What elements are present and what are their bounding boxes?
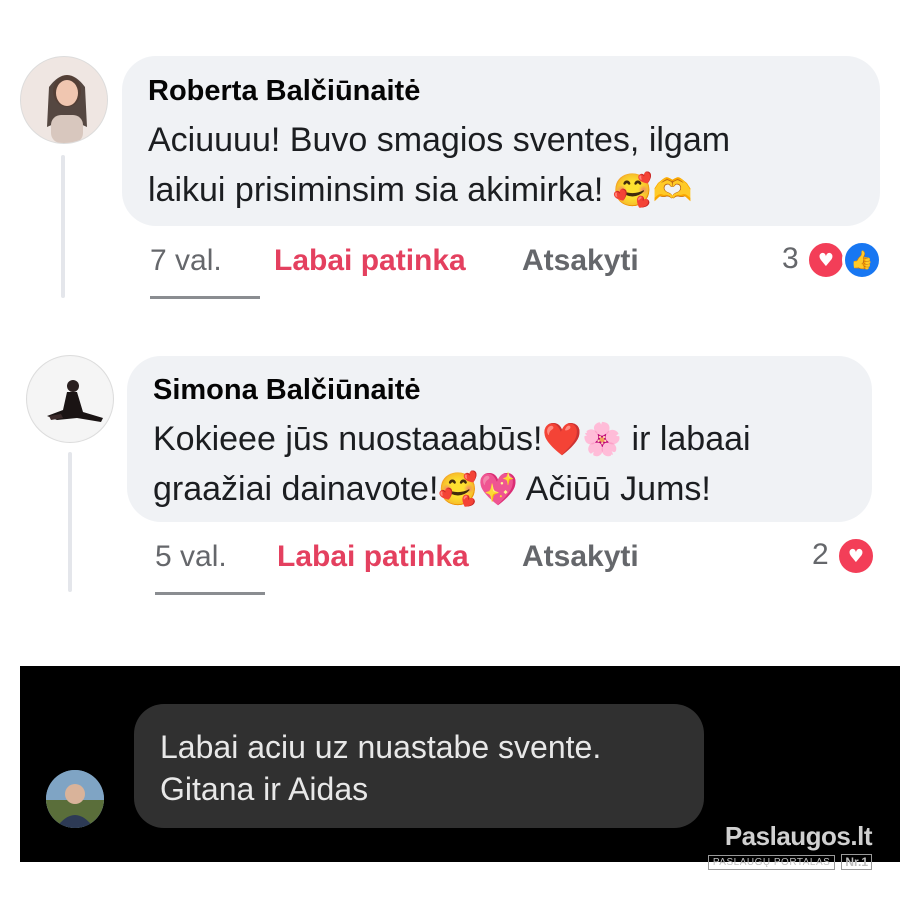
message-text: Labai aciu uz nuastabe svente. Gitana ir… [160, 726, 601, 810]
watermark: Paslaugos.lt PASLAUGŲ PORTALAS Nr.1 [707, 821, 873, 870]
comment-text: Ačiūū Jums! [518, 470, 711, 508]
avatar-roberta[interactable] [20, 56, 108, 144]
comment-text: graažiai dainavote! [153, 470, 439, 508]
emoji-icon: 🥰💖 [438, 470, 519, 508]
profile-photo-icon [21, 57, 107, 143]
comment-text-line-1: Kokieee jūs nuostaaabūs!❤️🌸 ir labaai [153, 415, 751, 464]
comment-time[interactable]: 5 val. [155, 540, 227, 574]
comment-text: ir labaai [622, 420, 751, 458]
reply-button[interactable]: Atsakyti [522, 244, 639, 278]
reaction-count[interactable]: 2 [812, 538, 829, 572]
emoji-icon: ❤️🌸 [542, 420, 623, 458]
heart-icon[interactable]: ♥ [806, 240, 846, 280]
watermark-badge: Nr.1 [841, 854, 872, 870]
watermark-logo: Paslaugos.lt [724, 821, 873, 851]
avatar-simona[interactable] [26, 355, 114, 443]
comment-text: laikui prisiminsim sia akimirka! [148, 171, 613, 209]
comment-text: Kokieee jūs nuostaaabūs! [153, 420, 543, 458]
avatar-gitana[interactable] [46, 770, 104, 828]
message-line-1: Labai aciu uz nuastabe svente. [160, 729, 602, 765]
heart-icon[interactable]: ♥ [836, 536, 876, 576]
reaction-count[interactable]: 3 [782, 242, 799, 276]
cut-off-text [150, 294, 270, 300]
like-button[interactable]: Labai patinka [277, 540, 469, 574]
cut-off-text [155, 590, 275, 596]
watermark-tagline: PASLAUGŲ PORTALAS [707, 854, 836, 870]
thumbs-up-icon[interactable]: 👍 [842, 240, 882, 280]
message-panel: Labai aciu uz nuastabe svente. Gitana ir… [20, 666, 900, 870]
like-button[interactable]: Labai patinka [274, 244, 466, 278]
reply-button[interactable]: Atsakyti [522, 540, 639, 574]
profile-photo-icon [46, 770, 104, 828]
comment-author[interactable]: Simona Balčiūnaitė [153, 374, 421, 407]
comment-text-line-2: laikui prisiminsim sia akimirka! 🥰🫶 [148, 166, 692, 215]
profile-photo-icon [28, 357, 112, 441]
comment-time[interactable]: 7 val. [150, 244, 222, 278]
message-bubble[interactable]: Labai aciu uz nuastabe svente. Gitana ir… [134, 704, 704, 828]
message-line-2: Gitana ir Aidas [160, 771, 369, 807]
comment-text-line-2: graažiai dainavote!🥰💖 Ačiūū Jums! [153, 465, 711, 514]
thread-line [68, 452, 72, 592]
thread-line [61, 155, 65, 298]
comment-author[interactable]: Roberta Balčiūnaitė [148, 75, 420, 108]
emoji-icon: 🥰🫶 [612, 171, 693, 209]
comment-text-line-1: Aciuuuu! Buvo smagios sventes, ilgam [148, 121, 731, 159]
